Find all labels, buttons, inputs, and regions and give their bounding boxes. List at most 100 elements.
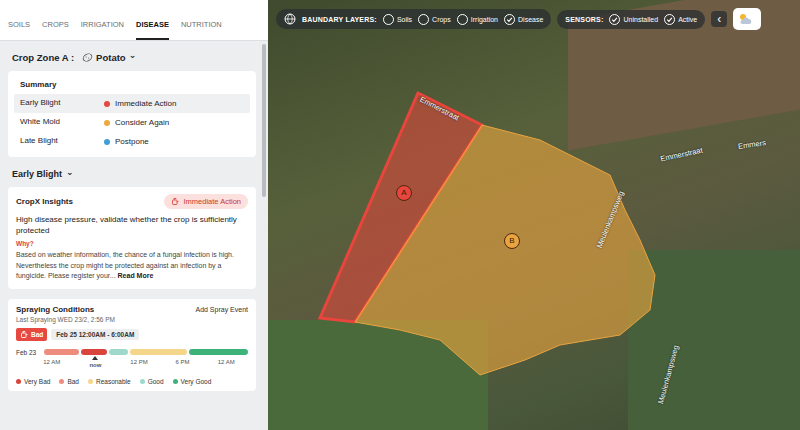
boundary-layers-bar: BAUNDARY LAYERS: Soils Crops Irrigation … [276, 9, 551, 29]
weather-icon [737, 11, 753, 27]
legend-item: Reasonable [88, 378, 131, 385]
check-circle-icon[interactable] [383, 14, 394, 25]
why-label: Why? [16, 240, 248, 247]
field-label[interactable]: A [396, 185, 412, 201]
disease-name: White Mold [20, 117, 104, 128]
field-label[interactable]: B [504, 233, 520, 249]
scrollbar-thumb[interactable] [262, 44, 266, 197]
field-polygon[interactable] [355, 125, 655, 375]
legend-item: Good [140, 378, 164, 385]
insights-title: CropX Insights [16, 197, 73, 206]
section-title: Early Blight [12, 169, 62, 179]
sprayer-icon [20, 330, 29, 339]
check-circle-icon[interactable] [609, 14, 620, 25]
insights-body: Based on weather information, the chance… [16, 250, 248, 280]
chevron-icon: ⌄ [66, 168, 74, 177]
potato-icon [82, 52, 93, 63]
legend-item: Very Good [173, 378, 212, 385]
checkmark-icon [665, 15, 674, 24]
timeline-tick: 12 PM [117, 359, 161, 368]
timeline-bar[interactable] [44, 349, 248, 355]
timeline-date: Feb 23 [16, 349, 38, 356]
legend-dot [173, 379, 178, 384]
tab[interactable]: DISEASE [136, 0, 169, 40]
timeline-tick: 6 PM [161, 359, 205, 368]
spraying-title: Spraying Conditions [16, 305, 94, 314]
tab[interactable]: NUTRITION [181, 0, 222, 40]
checkmark-icon [610, 15, 619, 24]
last-spraying: Last Spraying WED 23/2, 2:56 PM [16, 316, 248, 323]
check-circle-icon[interactable] [504, 14, 515, 25]
layer-option[interactable]: Irrigation [457, 14, 498, 25]
section-toggle[interactable]: Early Blight ⌄ [8, 157, 256, 187]
timeline-segment[interactable] [81, 349, 106, 355]
crop-name: Potato [96, 52, 126, 63]
scrollbar[interactable] [262, 44, 266, 426]
crop-select[interactable]: Potato⌄ [82, 52, 136, 63]
sensor-option[interactable]: Uninstalled [609, 14, 658, 25]
layer-option[interactable]: Soils [383, 14, 412, 25]
summary-card: SummaryEarly Blight Immediate ActionWhit… [8, 71, 256, 157]
legend-dot [140, 379, 145, 384]
tab[interactable]: CROPS [42, 0, 69, 40]
insights-headline: High disease pressure, validate whether … [16, 214, 248, 236]
timeline: Feb 23 [16, 349, 248, 356]
tab[interactable]: IRRIGATION [81, 0, 124, 40]
tab[interactable]: SOILS [8, 0, 30, 40]
spraying-card: Spraying Conditions Add Spray Event Last S… [8, 299, 256, 391]
boundary-layers-label: BAUNDARY LAYERS: [302, 16, 377, 23]
legend: Very Bad Bad Reasonable Good Very Good [16, 378, 248, 385]
sensor-option[interactable]: Active [664, 14, 697, 25]
legend-item: Bad [59, 378, 79, 385]
chevron-icon: ⌄ [129, 51, 137, 60]
layer-option[interactable]: Disease [504, 14, 543, 25]
read-more-link[interactable]: Read More [118, 272, 154, 279]
summary-title: Summary [14, 77, 250, 94]
layers-icon [284, 13, 296, 25]
sprayer-icon [171, 197, 180, 206]
timeline-tick: now [74, 359, 118, 368]
disease-action: Postpone [104, 136, 244, 147]
crop-zone-label: Crop Zone A : [12, 52, 74, 63]
weather-button[interactable] [733, 8, 761, 30]
summary-row[interactable]: Early Blight Immediate Action [14, 94, 250, 113]
disease-action: Immediate Action [104, 98, 244, 109]
legend-dot [16, 379, 21, 384]
disease-name: Late Blight [20, 136, 104, 147]
map[interactable]: EmmerstraatEmmerstraatEmmersMeulenkampsw… [268, 0, 800, 430]
timeline-segment[interactable] [109, 349, 129, 355]
now-marker-icon [92, 356, 98, 360]
check-circle-icon[interactable] [457, 14, 468, 25]
checkmark-icon [505, 15, 514, 24]
action-badge: Immediate Action [164, 194, 248, 209]
timeline-segment[interactable] [130, 349, 187, 355]
timeline-segment[interactable] [189, 349, 248, 355]
check-circle-icon[interactable] [418, 14, 429, 25]
map-toolbar: BAUNDARY LAYERS: Soils Crops Irrigation … [276, 8, 800, 30]
summary-row[interactable]: Late Blight Postpone [14, 132, 250, 151]
spray-status-badge: Bad [16, 328, 47, 341]
status-dot [104, 139, 110, 145]
field-boundaries [268, 0, 800, 430]
timeline-tick: 12 AM [30, 359, 74, 368]
sensors-bar: SENSORS: Uninstalled Active [557, 10, 705, 29]
disease-name: Early Blight [20, 98, 104, 109]
insights-card: CropX Insights Immediate Action High dise… [8, 187, 256, 289]
sensors-label: SENSORS: [565, 16, 603, 23]
collapse-button[interactable]: ‹ [711, 11, 727, 27]
summary-row[interactable]: White Mold Consider Again [14, 113, 250, 132]
spraying-header: Spraying Conditions Add Spray Event [16, 305, 248, 314]
timeline-ticks: 12 AM now 12 PM 6 PM 12 AM [16, 359, 248, 368]
status-dot [104, 101, 110, 107]
panel-content: Crop Zone A :Potato⌄SummaryEarly Blight … [0, 41, 268, 391]
status-dot [104, 120, 110, 126]
check-circle-icon[interactable] [664, 14, 675, 25]
add-spray-event-button[interactable]: Add Spray Event [195, 306, 248, 313]
timeline-tick: 12 AM [204, 359, 248, 368]
layer-option[interactable]: Crops [418, 14, 451, 25]
tab-bar: SOILS CROPS IRRIGATION DISEASE NUTRITION [0, 0, 268, 41]
legend-item: Very Bad [16, 378, 50, 385]
crop-zone-row: Crop Zone A : Potato⌄ [8, 41, 256, 71]
spray-window: Feb 25 12:00AM - 6:00AM [51, 329, 139, 340]
timeline-segment[interactable] [44, 349, 79, 355]
